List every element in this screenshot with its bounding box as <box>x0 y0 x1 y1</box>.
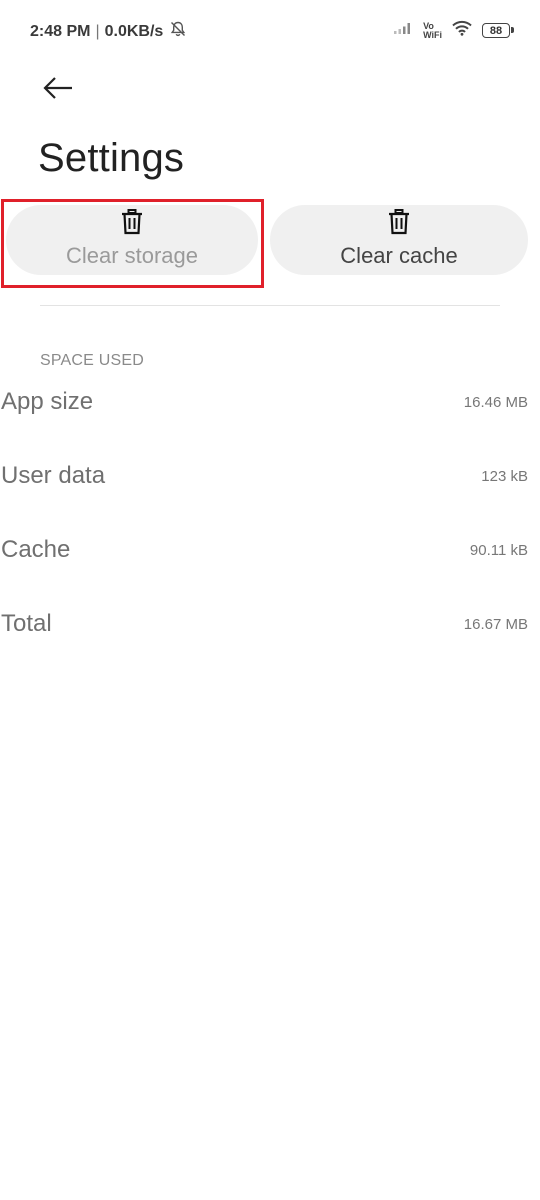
app-info-screen: 2:48 PM | 0.0KB/s Vo WiFi 88 Settings Cl… <box>0 0 540 1200</box>
clear-cache-label: Clear cache <box>340 243 458 268</box>
status-right: Vo WiFi 88 <box>393 20 514 41</box>
vowifi-bottom: WiFi <box>423 29 442 40</box>
row-app-size: App size 16.46 MB <box>0 388 540 428</box>
row-label: Total <box>1 610 52 637</box>
row-label: App size <box>1 388 94 415</box>
page-title: Settings <box>38 136 185 180</box>
row-total: Total 16.67 MB <box>0 610 540 650</box>
bell-muted-icon <box>169 20 187 43</box>
wifi-icon <box>452 20 472 41</box>
row-user-data: User data 123 kB <box>0 462 540 502</box>
back-arrow-icon <box>43 77 72 99</box>
trash-icon <box>122 209 142 235</box>
row-cache: Cache 90.11 kB <box>0 536 540 576</box>
clear-storage-button[interactable]: Clear storage <box>6 205 258 275</box>
clear-storage-label: Clear storage <box>65 243 199 268</box>
row-value: 123 kB <box>481 468 528 485</box>
status-net-speed: 0.0KB/s <box>104 22 164 40</box>
status-time: 2:48 PM <box>30 22 91 40</box>
battery-icon: 88 <box>482 23 514 38</box>
status-bar: 2:48 PM | 0.0KB/s Vo WiFi 88 <box>0 0 540 60</box>
signal-icon <box>393 21 413 40</box>
divider <box>40 305 500 306</box>
row-label: Cache <box>1 536 71 563</box>
back-button[interactable] <box>38 70 78 106</box>
status-separator: | <box>95 22 100 40</box>
status-left: 2:48 PM | 0.0KB/s <box>30 20 187 43</box>
row-value: 16.67 MB <box>463 616 528 633</box>
row-label: User data <box>1 462 106 489</box>
clear-cache-button[interactable]: Clear cache <box>270 205 528 275</box>
vowifi-indicator: Vo WiFi <box>423 21 442 40</box>
row-value: 16.46 MB <box>463 394 528 411</box>
battery-level: 88 <box>489 24 503 37</box>
row-value: 90.11 kB <box>469 542 528 559</box>
space-used-header: SPACE USED <box>40 352 144 369</box>
trash-icon <box>389 209 409 235</box>
